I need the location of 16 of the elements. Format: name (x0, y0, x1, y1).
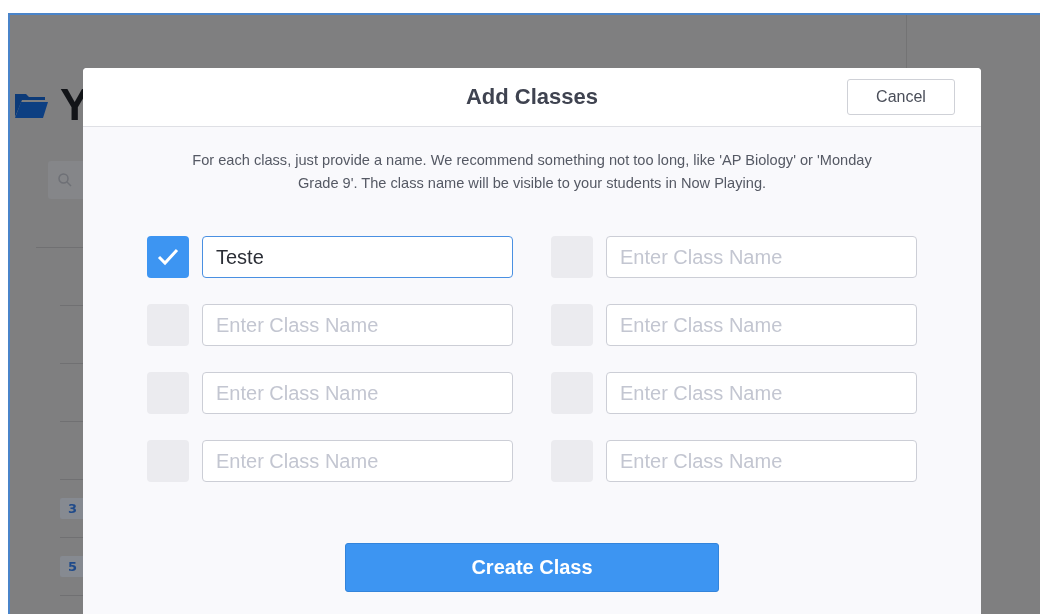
folder-icon (14, 91, 48, 119)
class-name-field[interactable]: Enter Class Name (202, 304, 513, 346)
checkbox[interactable] (147, 236, 189, 278)
cancel-button[interactable]: Cancel (847, 79, 955, 115)
count-label: 3 (60, 498, 86, 519)
dialog-title: Add Classes (465, 84, 599, 110)
class-name-field[interactable]: Enter Class Name (606, 440, 917, 482)
class-name-field[interactable]: Enter Class Name (606, 236, 917, 278)
class-name-field[interactable]: Enter Class Name (606, 304, 917, 346)
class-name-field[interactable]: Teste (202, 236, 513, 278)
checkmark-icon (156, 247, 180, 267)
class-name-field[interactable]: Enter Class Name (202, 440, 513, 482)
instructions-text: For each class, just provide a name. We recommend something not too long, like 'AP Biology' or 'Monday Grade 9'. The class name will be visible to your students in Now Playing. (192, 151, 872, 193)
class-name-field[interactable]: Enter Class Name (202, 372, 513, 414)
count-label: 5 (60, 556, 86, 577)
class-name-field[interactable]: Enter Class Name (606, 372, 917, 414)
